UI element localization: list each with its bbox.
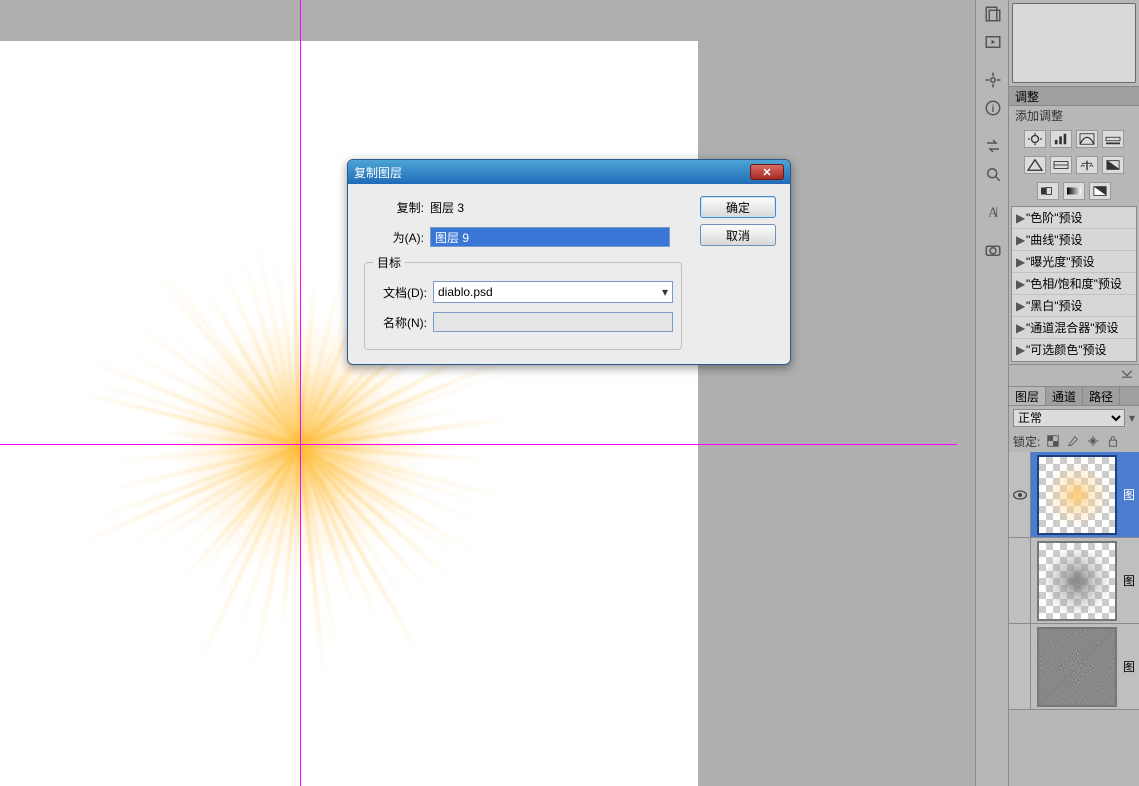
navigator-preview[interactable] [1012,3,1136,83]
preset-exposure[interactable]: ▶"曝光度"预设 [1012,251,1136,273]
tab-channels[interactable]: 通道 [1046,387,1083,405]
as-label: 为(A): [360,229,430,246]
guide-vertical[interactable] [300,0,301,786]
levels-adjust-icon[interactable] [1050,130,1072,148]
hue-adjust-icon[interactable] [1050,156,1072,174]
layer-thumbnail[interactable] [1037,455,1117,535]
preset-hue-sat[interactable]: ▶"色相/饱和度"预设 [1012,273,1136,295]
lock-position-icon[interactable] [1086,434,1100,448]
guide-horizontal[interactable] [0,444,957,445]
preset-curves[interactable]: ▶"曲线"预设 [1012,229,1136,251]
layer-name[interactable]: 图 [1123,486,1135,503]
actions-panel-icon[interactable] [976,28,1009,56]
layer-row[interactable]: 图 [1009,538,1139,624]
blackwhite-adjust-icon[interactable] [1102,156,1124,174]
collapsed-panel-strip: i A [975,0,1008,786]
layer-name[interactable]: 图 [1123,658,1135,675]
document-value: diablo.psd [438,285,493,299]
duplicate-layer-dialog: 复制图层 ✕ 确定 取消 复制: 图层 3 为(A): 目标 文档(D): di… [347,159,791,365]
layer-name[interactable]: 图 [1123,572,1135,589]
add-adjustment-label: 添加调整 [1009,106,1139,126]
lock-row: 锁定: [1009,430,1139,452]
lock-transparency-icon[interactable] [1046,434,1060,448]
preset-levels[interactable]: ▶"色阶"预设 [1012,207,1136,229]
chevron-down-icon: ▾ [662,285,668,299]
destination-group: 目标 文档(D): diablo.psd ▾ 名称(N): [364,254,682,350]
layer-thumbnail[interactable] [1037,627,1117,707]
chevron-down-icon: ▾ [1129,411,1135,425]
preset-channel-mixer[interactable]: ▶"通道混合器"预设 [1012,317,1136,339]
layer-row[interactable]: 图 [1009,452,1139,538]
curves-adjust-icon[interactable] [1076,130,1098,148]
visibility-toggle[interactable] [1009,538,1031,623]
character-panel-icon[interactable]: A [976,198,1009,226]
invert-adjust-icon[interactable] [1089,182,1111,200]
document-label: 文档(D): [373,284,433,301]
gradient-map-icon[interactable] [1063,182,1085,200]
history-panel-icon[interactable] [976,0,1009,28]
copy-label: 复制: [360,199,430,216]
visibility-toggle[interactable] [1009,624,1031,709]
expand-icon[interactable] [1119,367,1135,384]
layer-list: 图 图 图 [1009,452,1139,710]
right-panel-dock: 调整 添加调整 ▶"色阶"预设 ▶"曲线"预设 ▶"曝光度"预设 ▶"色相/饱和… [1008,0,1139,786]
clone-source-icon[interactable] [976,66,1009,94]
document-canvas[interactable] [0,41,698,786]
close-icon[interactable]: ✕ [750,164,784,180]
camera-icon[interactable] [976,236,1009,264]
as-input[interactable] [430,227,670,247]
exposure-adjust-icon[interactable] [1102,130,1124,148]
ok-button[interactable]: 确定 [700,196,776,218]
visibility-toggle[interactable] [1009,452,1031,537]
tab-layers[interactable]: 图层 [1009,387,1046,405]
balance-adjust-icon[interactable] [1076,156,1098,174]
vibrance-adjust-icon[interactable] [1024,156,1046,174]
adjustments-panel-tab[interactable]: 调整 [1009,86,1139,106]
layer-row[interactable]: 图 [1009,624,1139,710]
destination-legend: 目标 [373,254,405,271]
lock-pixels-icon[interactable] [1066,434,1080,448]
workspace [0,0,957,786]
name-label: 名称(N): [373,314,433,331]
lock-all-icon[interactable] [1106,434,1120,448]
dialog-title-bar[interactable]: 复制图层 ✕ [348,160,790,184]
svg-text:i: i [991,104,994,115]
name-input [433,312,673,332]
layer-thumbnail[interactable] [1037,541,1117,621]
preset-selective[interactable]: ▶"可选颜色"预设 [1012,339,1136,361]
adjustments-panel-footer [1009,364,1139,386]
brightness-adjust-icon[interactable] [1024,130,1046,148]
tab-paths[interactable]: 路径 [1083,387,1120,405]
info-panel-icon[interactable]: i [976,94,1009,122]
document-combo[interactable]: diablo.psd ▾ [433,281,673,303]
preset-black-white[interactable]: ▶"黑白"预设 [1012,295,1136,317]
cancel-button[interactable]: 取消 [700,224,776,246]
channel-mixer-icon[interactable] [1037,182,1059,200]
blend-mode-select[interactable]: 正常 [1013,409,1125,427]
dodge-icon[interactable] [976,160,1009,188]
adjustment-preset-list: ▶"色阶"预设 ▶"曲线"预设 ▶"曝光度"预设 ▶"色相/饱和度"预设 ▶"黑… [1011,206,1137,362]
dialog-title: 复制图层 [354,164,750,181]
swap-icon[interactable] [976,132,1009,160]
